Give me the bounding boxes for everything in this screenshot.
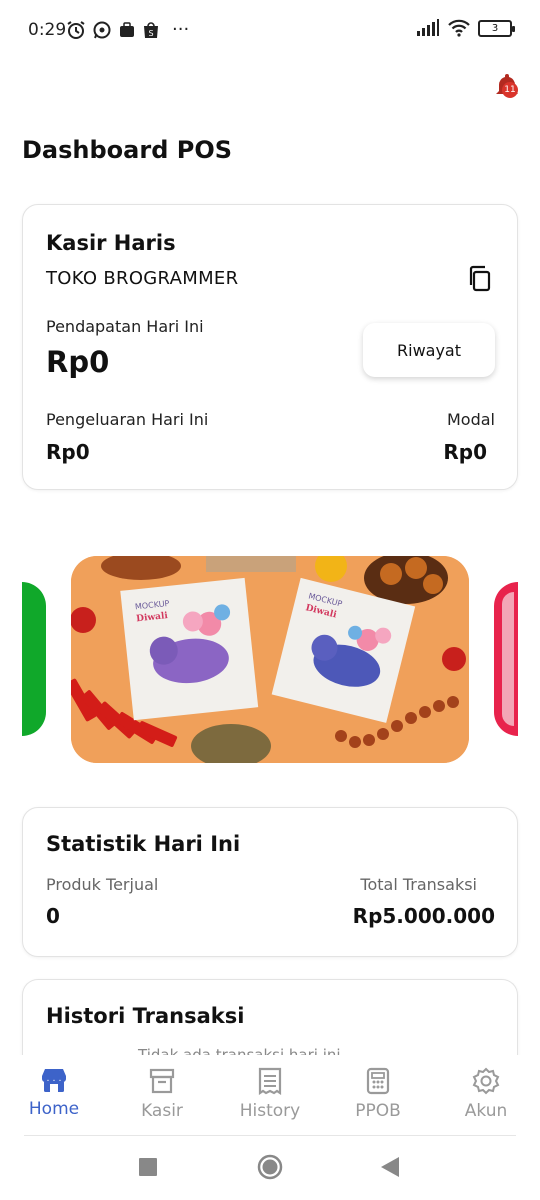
status-bar: 0:29 S ··· 3 <box>0 0 540 60</box>
status-right-icons: 3 <box>416 19 515 37</box>
home-button[interactable] <box>257 1154 283 1180</box>
whatsapp-icon <box>93 21 111 38</box>
nav-label-akun: Akun <box>464 1101 508 1121</box>
status-time: 0:29 <box>28 20 67 40</box>
diwali-banner-image: MOCKUP Diwali MOCKUP Diwali <box>71 556 469 763</box>
history-title: Histori Transaksi <box>46 1004 245 1028</box>
capital-label: Modal <box>447 410 495 429</box>
nav-item-ppob[interactable]: PPOB <box>333 1067 423 1121</box>
app-icon <box>120 21 134 37</box>
bottom-navigation: Home Kasir History PPOB Akun <box>0 1055 540 1135</box>
carousel-slide-current[interactable]: MOCKUP Diwali MOCKUP Diwali <box>71 556 469 763</box>
battery-icon: 3 <box>478 19 515 37</box>
nav-label-home: Home <box>28 1099 80 1119</box>
calculator-icon <box>366 1067 390 1095</box>
nav-item-kasir[interactable]: Kasir <box>117 1067 207 1121</box>
capital-value: Rp0 <box>443 440 487 464</box>
notification-count-badge: 11 <box>502 82 518 98</box>
battery-level: 3 <box>491 22 499 34</box>
more-icon: ··· <box>172 19 190 40</box>
svg-text:S: S <box>148 29 153 38</box>
sold-label: Produk Terjual <box>46 875 159 894</box>
sold-value: 0 <box>46 904 60 928</box>
cashier-name: Kasir Haris <box>46 231 176 255</box>
nav-item-history[interactable]: History <box>225 1067 315 1121</box>
page-title: Dashboard POS <box>22 136 232 164</box>
gear-icon <box>472 1067 500 1095</box>
income-value: Rp0 <box>46 345 110 379</box>
nav-label-ppob: PPOB <box>355 1101 401 1121</box>
wifi-icon <box>448 19 470 37</box>
stats-card: Statistik Hari Ini Produk Terjual 0 Tota… <box>22 807 518 957</box>
stats-title: Statistik Hari Ini <box>46 832 241 856</box>
store-name: TOKO BROGRAMMER <box>46 268 239 289</box>
status-left-icons: S ··· <box>66 19 189 40</box>
alarm-icon <box>67 20 85 39</box>
nav-item-home[interactable]: Home <box>9 1067 99 1119</box>
nav-label-kasir: Kasir <box>141 1101 183 1121</box>
copy-icon[interactable] <box>467 265 493 293</box>
carousel-slide-previous[interactable] <box>22 582 46 736</box>
back-button[interactable] <box>381 1157 399 1177</box>
archive-icon <box>149 1068 175 1094</box>
cashier-card: Kasir Haris TOKO BROGRAMMER Pendapatan H… <box>22 204 518 490</box>
expense-label: Pengeluaran Hari Ini <box>46 410 209 429</box>
store-icon <box>42 1069 66 1092</box>
total-transaction-value: Rp5.000.000 <box>352 904 495 928</box>
recents-button[interactable] <box>139 1158 157 1176</box>
system-navigation-bar <box>0 1136 540 1200</box>
nav-label-history: History <box>239 1101 301 1121</box>
signal-icon <box>417 19 439 36</box>
history-button[interactable]: Riwayat <box>363 323 495 377</box>
promo-carousel[interactable]: MOCKUP Diwali MOCKUP Diwali <box>0 556 540 764</box>
receipt-icon <box>258 1067 282 1095</box>
nav-item-akun[interactable]: Akun <box>441 1067 531 1121</box>
carousel-slide-next[interactable] <box>494 582 518 736</box>
shopee-icon: S <box>144 21 158 38</box>
total-transaction-label: Total Transaksi <box>360 875 477 894</box>
expense-value: Rp0 <box>46 440 90 464</box>
income-label: Pendapatan Hari Ini <box>46 317 204 336</box>
